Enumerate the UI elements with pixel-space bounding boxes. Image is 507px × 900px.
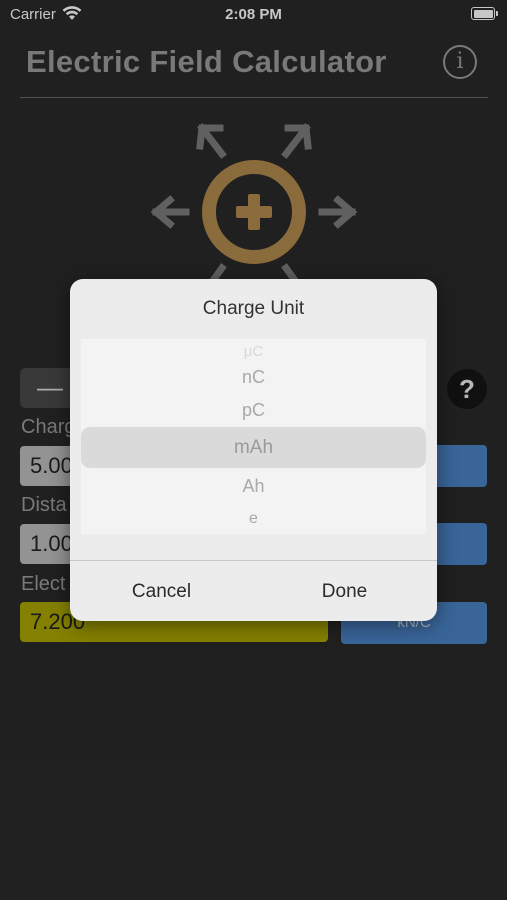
dialog-title: Charge Unit [202,298,305,319]
picker-option-uc[interactable]: μC [81,343,426,360]
app-screen: Carrier 2:08 PM Electric Field Calculato… [0,0,507,900]
done-button[interactable]: Done [253,581,436,603]
picker-option-ah[interactable]: Ah [81,476,426,497]
dialog-divider [70,560,437,561]
picker-option-mah[interactable]: mAh [81,437,426,459]
picker-option-nc[interactable]: nC [81,367,426,388]
picker-option-pc[interactable]: pC [81,400,426,421]
picker-option-e[interactable]: e [81,510,426,528]
unit-picker-wheel[interactable]: μC nC pC mAh Ah e [81,339,426,534]
cancel-button[interactable]: Cancel [70,581,253,603]
charge-unit-picker-dialog: Charge Unit μC nC pC mAh Ah e Cancel Don… [70,279,437,621]
